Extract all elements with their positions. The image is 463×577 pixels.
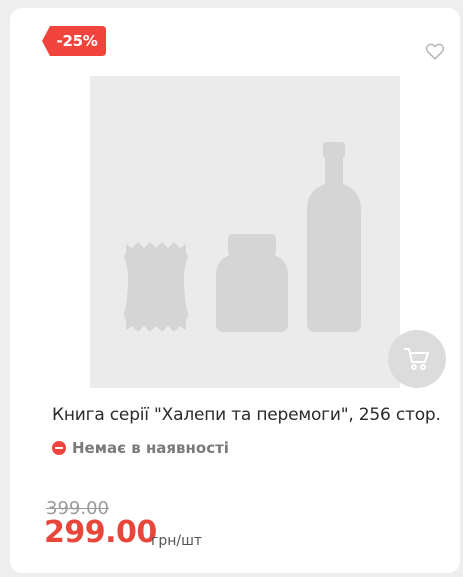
product-card[interactable]: -25% Книга серії "Халепи та перемоги", 2… xyxy=(10,8,460,573)
add-to-cart-button[interactable] xyxy=(388,330,446,388)
minus-circle-icon xyxy=(52,441,66,455)
product-placeholder-image[interactable] xyxy=(90,76,400,388)
cart-icon xyxy=(404,348,429,370)
current-price: 299.00 xyxy=(44,515,157,550)
heart-icon[interactable] xyxy=(424,40,446,62)
product-title[interactable]: Книга серії "Халепи та перемоги", 256 ст… xyxy=(52,405,452,425)
stock-status-label: Немає в наявності xyxy=(72,439,229,457)
discount-label: -25% xyxy=(56,32,98,50)
price-unit: грн/шт xyxy=(151,533,203,549)
stock-status: Немає в наявності xyxy=(52,438,229,458)
discount-badge: -25% xyxy=(42,26,106,56)
